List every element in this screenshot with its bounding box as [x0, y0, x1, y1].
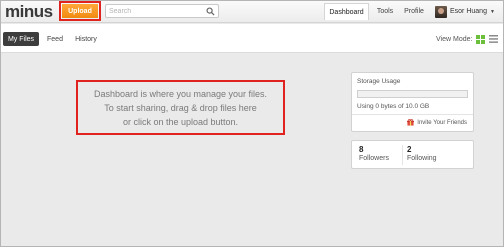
nav-dashboard[interactable]: Dashboard — [324, 3, 369, 20]
dropzone-line-1: Dashboard is where you manage your files… — [93, 88, 268, 99]
following-label: Following — [407, 155, 437, 162]
top-bar: minus Upload Dashboard Tools Profile Eso… — [1, 1, 503, 23]
storage-progress-bar — [357, 90, 468, 98]
social-stats-panel: 8 Followers 2 Following — [351, 140, 474, 169]
nav-tools[interactable]: Tools — [371, 3, 399, 20]
tab-feed[interactable]: Feed — [43, 32, 67, 46]
grid-view-icon[interactable] — [476, 34, 486, 44]
following-stat[interactable]: 2 Following — [407, 145, 437, 162]
invite-friends-link[interactable]: Invite Your Friends — [407, 119, 467, 126]
file-drop-zone[interactable]: Dashboard is where you manage your files… — [76, 80, 285, 135]
storage-usage-text: Using 0 bytes of 10.0 GB — [357, 103, 430, 110]
upload-button[interactable]: Upload — [62, 4, 98, 18]
followers-stat[interactable]: 8 Followers — [359, 145, 389, 162]
search-icon[interactable] — [206, 7, 215, 16]
user-menu[interactable]: Esor Huang ▼ — [435, 4, 495, 19]
avatar — [435, 5, 447, 18]
nav-profile[interactable]: Profile — [400, 3, 428, 20]
gift-icon — [407, 119, 415, 126]
divider — [352, 114, 473, 115]
view-mode: View Mode: — [436, 32, 499, 46]
storage-title: Storage Usage — [357, 78, 401, 85]
app-logo[interactable]: minus — [5, 2, 53, 22]
followers-count: 8 — [359, 145, 364, 154]
followers-label: Followers — [359, 155, 389, 162]
view-mode-label: View Mode: — [436, 35, 473, 43]
tab-my-files[interactable]: My Files — [3, 32, 39, 46]
search-box — [105, 4, 219, 18]
sub-navigation: My Files Feed History View Mode: — [1, 24, 503, 53]
divider — [402, 145, 403, 165]
tab-history[interactable]: History — [71, 32, 101, 46]
invite-friends-label: Invite Your Friends — [417, 119, 467, 126]
dropzone-line-2: To start sharing, drag & drop files here — [104, 102, 257, 113]
storage-panel: Storage Usage Using 0 bytes of 10.0 GB I… — [351, 72, 474, 132]
following-count: 2 — [407, 145, 412, 154]
list-view-icon[interactable] — [489, 35, 499, 43]
dropzone-line-3: or click on the upload button. — [122, 116, 239, 127]
upload-button-highlight: Upload — [59, 1, 101, 21]
search-input[interactable] — [109, 6, 205, 17]
user-name: Esor Huang — [450, 8, 487, 15]
chevron-down-icon: ▼ — [489, 8, 495, 15]
